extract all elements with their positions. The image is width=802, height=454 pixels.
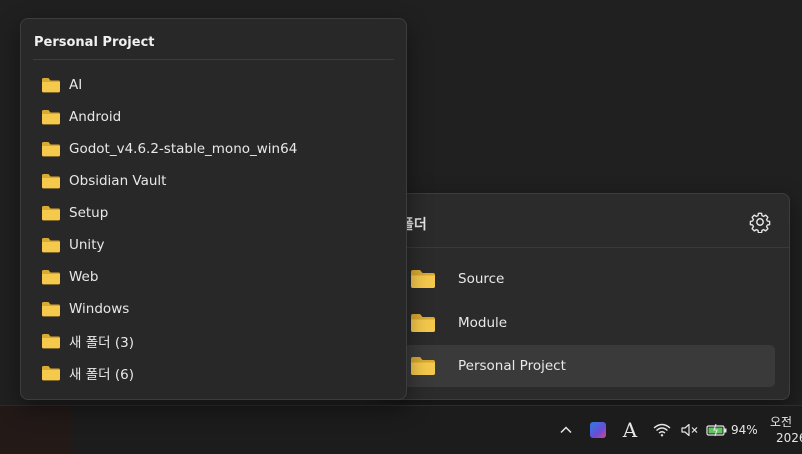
folder-icon: [41, 142, 60, 157]
wifi-icon[interactable]: [650, 406, 674, 454]
folder-item-label: 새 폴더 (3): [69, 335, 134, 351]
show-hidden-icons-chevron-icon[interactable]: [554, 406, 578, 454]
folder-icon: [41, 334, 60, 349]
folder-item-web[interactable]: Web: [41, 265, 98, 289]
folder-item-label: Web: [69, 269, 99, 285]
folder-icon: [41, 78, 60, 93]
folder-icon: [41, 302, 60, 317]
folder-item-ai[interactable]: AI: [41, 73, 82, 97]
clock[interactable]: 오전 2026: [770, 406, 802, 454]
folder-item-label: Windows: [69, 301, 130, 317]
folder-icon: [41, 270, 60, 285]
folder-item-windows[interactable]: Windows: [41, 297, 129, 321]
flyout-header: 폴더: [389, 194, 789, 248]
folder-item-obsidian-vault[interactable]: Obsidian Vault: [41, 169, 166, 193]
folder-item-new-folder-3[interactable]: 새 폴더 (3): [41, 329, 134, 353]
folder-icon: [411, 270, 435, 288]
battery-indicator[interactable]: 94%: [706, 406, 762, 454]
folder-icon: [411, 314, 435, 332]
tray-app-square: [590, 422, 606, 438]
personal-project-flyout: Personal Project AI Android Godot_v4.6.2…: [20, 18, 407, 400]
flyout-title: Personal Project: [34, 35, 155, 50]
folder-item-source[interactable]: Source: [399, 258, 775, 300]
tray-app-icon[interactable]: [586, 406, 610, 454]
folder-item-label: Android: [69, 109, 122, 125]
folder-item-personal-project[interactable]: Personal Project: [399, 345, 775, 387]
folder-item-setup[interactable]: Setup: [41, 201, 108, 225]
gear-icon[interactable]: [749, 211, 771, 233]
folder-icon: [411, 357, 435, 375]
folder-icon: [41, 174, 60, 189]
battery-charging-icon: [706, 423, 727, 437]
folder-flyout-back: 폴더 Source Module Personal Project: [388, 193, 790, 400]
folder-item-unity[interactable]: Unity: [41, 233, 104, 257]
clock-time: 오전: [770, 415, 793, 429]
ime-indicator[interactable]: A: [618, 406, 642, 454]
folder-item-label: AI: [69, 77, 83, 93]
folder-item-godot[interactable]: Godot_v4.6.2-stable_mono_win64: [41, 137, 297, 161]
folder-item-android[interactable]: Android: [41, 105, 121, 129]
folder-icon: [41, 366, 60, 381]
folder-item-label: Unity: [69, 237, 105, 253]
folder-icon: [41, 206, 60, 221]
folder-icon: [41, 110, 60, 125]
folder-item-label: 새 폴더 (6): [69, 367, 134, 383]
divider: [33, 59, 394, 60]
folder-item-module[interactable]: Module: [399, 302, 775, 344]
battery-percent: 94%: [731, 423, 758, 437]
taskbar: A 94% 오전 2026: [0, 405, 802, 454]
clock-date: 2026: [776, 431, 802, 445]
folder-item-label: Setup: [69, 205, 109, 221]
folder-icon: [41, 238, 60, 253]
volume-muted-icon[interactable]: [678, 406, 702, 454]
folder-item-label: Source: [458, 271, 505, 287]
folder-item-label: Personal Project: [458, 358, 566, 374]
taskbar-app-strip: [0, 406, 72, 454]
folder-item-label: Godot_v4.6.2-stable_mono_win64: [69, 141, 298, 157]
folder-item-new-folder-6[interactable]: 새 폴더 (6): [41, 361, 134, 385]
folder-item-label: Obsidian Vault: [69, 173, 167, 189]
folder-item-label: Module: [458, 315, 508, 331]
